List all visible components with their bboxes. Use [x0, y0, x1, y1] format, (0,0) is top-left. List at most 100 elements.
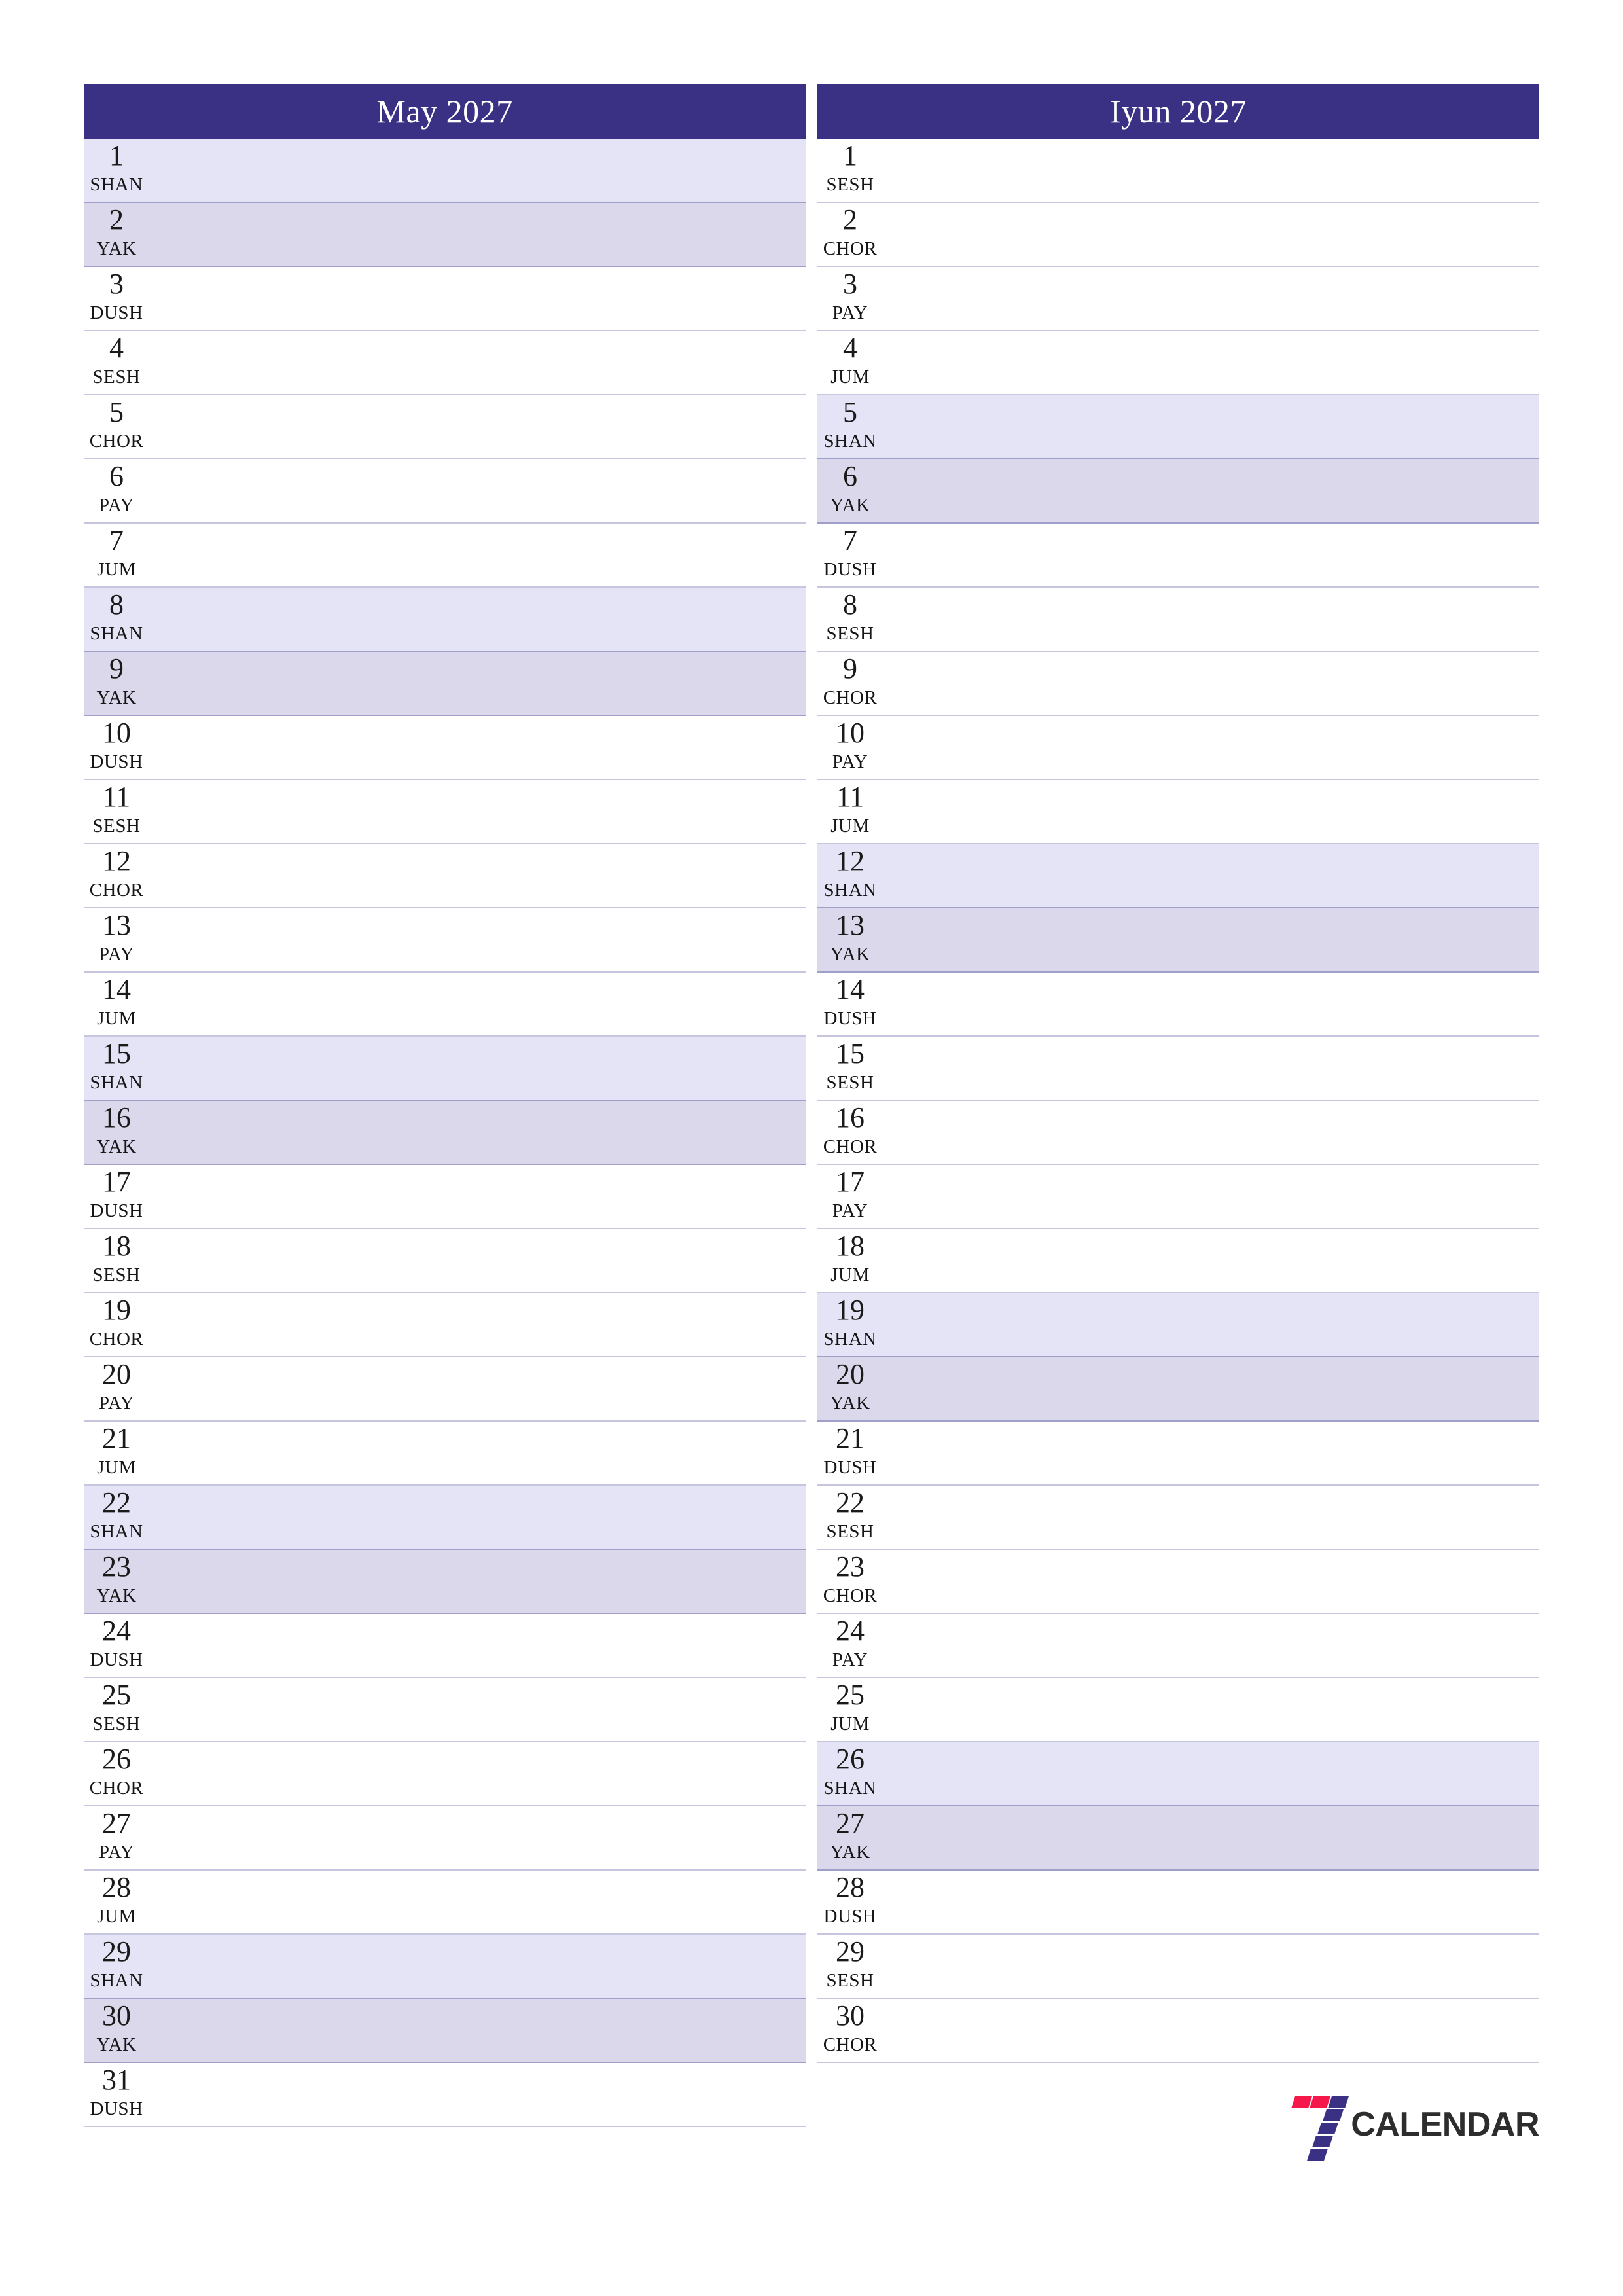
day-abbreviation: PAY — [98, 1842, 135, 1863]
day-number: 25 — [102, 1679, 131, 1711]
day-row[interactable]: 28 JUM — [84, 1871, 806, 1935]
day-abbreviation: SESH — [826, 1521, 874, 1542]
day-abbreviation: SHAN — [823, 431, 877, 452]
day-row[interactable]: 26 CHOR — [84, 1742, 806, 1806]
day-row[interactable]: 3 DUSH — [84, 267, 806, 331]
day-row[interactable]: 31 DUSH — [84, 2063, 806, 2127]
day-row[interactable]: 30 YAK — [84, 1999, 806, 2063]
day-row[interactable]: 22 SESH — [817, 1486, 1539, 1550]
day-number: 2 — [109, 204, 124, 236]
day-row[interactable]: 24 DUSH — [84, 1614, 806, 1678]
day-row[interactable]: 8 SESH — [817, 588, 1539, 652]
day-abbreviation: DUSH — [90, 2098, 143, 2119]
day-number: 16 — [102, 1102, 131, 1134]
day-row[interactable]: 11 SESH — [84, 780, 806, 844]
day-number: 24 — [836, 1615, 865, 1647]
day-row[interactable]: 19 CHOR — [84, 1293, 806, 1357]
day-row[interactable]: 15 SESH — [817, 1037, 1539, 1101]
day-row[interactable]: 13 YAK — [817, 908, 1539, 973]
day-row[interactable]: 29 SESH — [817, 1935, 1539, 1999]
day-number: 19 — [102, 1294, 131, 1326]
day-number: 9 — [109, 653, 124, 685]
day-row[interactable]: 6 YAK — [817, 459, 1539, 524]
day-row[interactable]: 11 JUM — [817, 780, 1539, 844]
day-abbreviation: YAK — [96, 2034, 137, 2055]
day-row[interactable]: 7 JUM — [84, 524, 806, 588]
day-row[interactable]: 6 PAY — [84, 459, 806, 524]
day-abbreviation: CHOR — [823, 1136, 878, 1157]
day-row[interactable]: 24 PAY — [817, 1614, 1539, 1678]
day-row[interactable]: 20 PAY — [84, 1357, 806, 1422]
day-row[interactable]: 2 CHOR — [817, 203, 1539, 267]
day-abbreviation: PAY — [98, 944, 135, 965]
day-row[interactable]: 10 PAY — [817, 716, 1539, 780]
day-abbreviation: SHAN — [90, 623, 143, 644]
day-row[interactable]: 18 SESH — [84, 1229, 806, 1293]
day-row[interactable]: 14 JUM — [84, 973, 806, 1037]
day-abbreviation: JUM — [830, 1265, 870, 1285]
day-row[interactable]: 26 SHAN — [817, 1742, 1539, 1806]
day-row[interactable]: 21 DUSH — [817, 1422, 1539, 1486]
day-row[interactable]: 12 SHAN — [817, 844, 1539, 908]
day-abbreviation: SESH — [92, 816, 141, 836]
day-row[interactable]: 18 JUM — [817, 1229, 1539, 1293]
day-number: 15 — [836, 1037, 865, 1069]
day-number: 7 — [843, 524, 857, 556]
day-row[interactable]: 14 DUSH — [817, 973, 1539, 1037]
day-row[interactable]: 27 YAK — [817, 1806, 1539, 1871]
day-row[interactable]: 10 DUSH — [84, 716, 806, 780]
day-row[interactable]: 30 CHOR — [817, 1999, 1539, 2063]
day-number: 18 — [836, 1230, 865, 1262]
day-abbreviation: JUM — [97, 1906, 136, 1927]
day-row[interactable]: 5 SHAN — [817, 395, 1539, 459]
day-row[interactable]: 25 SESH — [84, 1678, 806, 1742]
day-row[interactable]: 4 SESH — [84, 331, 806, 395]
day-abbreviation: PAY — [832, 1200, 868, 1221]
day-abbreviation: SHAN — [823, 1329, 877, 1350]
day-row[interactable]: 15 SHAN — [84, 1037, 806, 1101]
day-row[interactable]: 21 JUM — [84, 1422, 806, 1486]
day-abbreviation: YAK — [96, 687, 137, 708]
day-abbreviation: PAY — [832, 302, 868, 323]
day-row[interactable]: 17 DUSH — [84, 1165, 806, 1229]
day-abbreviation: SHAN — [823, 1778, 877, 1799]
day-row[interactable]: 5 CHOR — [84, 395, 806, 459]
day-row[interactable]: 7 DUSH — [817, 524, 1539, 588]
month-column-may: May 2027 1 SHAN 2 YAK 3 DUSH 4 SESH 5 CHOR 6 PAY 7 JU… — [84, 84, 806, 2127]
day-abbreviation: SHAN — [90, 1970, 143, 1991]
day-row[interactable]: 19 SHAN — [817, 1293, 1539, 1357]
day-row[interactable]: 1 SHAN — [84, 139, 806, 203]
logo-segment — [1312, 2136, 1334, 2147]
day-row[interactable]: 12 CHOR — [84, 844, 806, 908]
day-row[interactable]: 9 CHOR — [817, 652, 1539, 716]
day-abbreviation: SESH — [826, 1072, 874, 1093]
day-number: 14 — [836, 973, 865, 1005]
day-number: 24 — [102, 1615, 131, 1647]
day-row[interactable]: 9 YAK — [84, 652, 806, 716]
day-row[interactable]: 17 PAY — [817, 1165, 1539, 1229]
day-row[interactable]: 13 PAY — [84, 908, 806, 973]
day-row[interactable]: 22 SHAN — [84, 1486, 806, 1550]
day-row[interactable]: 27 PAY — [84, 1806, 806, 1871]
day-row[interactable]: 20 YAK — [817, 1357, 1539, 1422]
day-abbreviation: SHAN — [90, 174, 143, 195]
day-abbreviation: JUM — [97, 1457, 136, 1478]
day-row[interactable]: 4 JUM — [817, 331, 1539, 395]
day-row[interactable]: 8 SHAN — [84, 588, 806, 652]
day-row[interactable]: 23 CHOR — [817, 1550, 1539, 1614]
day-row[interactable]: 25 JUM — [817, 1678, 1539, 1742]
day-number: 4 — [109, 332, 124, 364]
day-abbreviation: CHOR — [823, 238, 878, 259]
day-row[interactable]: 29 SHAN — [84, 1935, 806, 1999]
day-row[interactable]: 16 CHOR — [817, 1101, 1539, 1165]
month-title-iyun: Iyun 2027 — [817, 84, 1539, 139]
day-row[interactable]: 23 YAK — [84, 1550, 806, 1614]
day-row[interactable]: 1 SESH — [817, 139, 1539, 203]
day-row[interactable]: 16 YAK — [84, 1101, 806, 1165]
day-number: 10 — [836, 717, 865, 749]
day-row[interactable]: 28 DUSH — [817, 1871, 1539, 1935]
day-row[interactable]: 2 YAK — [84, 203, 806, 267]
day-number: 3 — [843, 268, 857, 300]
day-abbreviation: CHOR — [89, 431, 144, 452]
day-row[interactable]: 3 PAY — [817, 267, 1539, 331]
